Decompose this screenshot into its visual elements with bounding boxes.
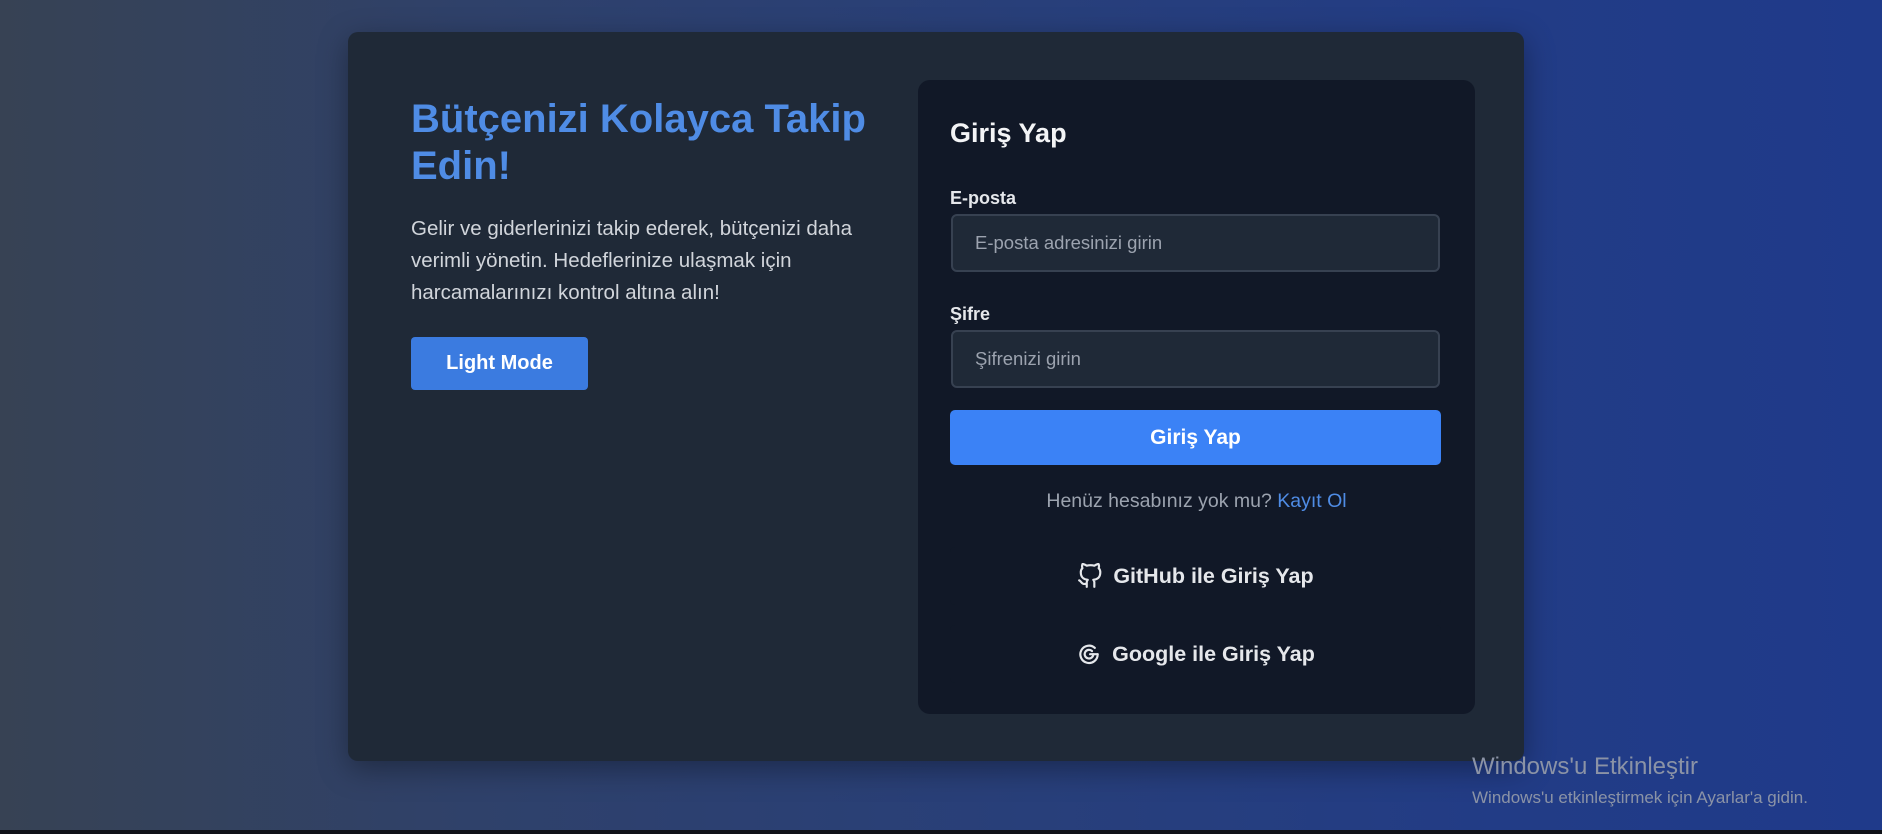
google-login-label: Google ile Giriş Yap bbox=[1112, 641, 1315, 666]
register-link[interactable]: Kayıt Ol bbox=[1277, 490, 1346, 512]
hero-section: Bütçenizi Kolayca Takip Edin! Gelir ve g… bbox=[411, 96, 881, 390]
login-submit-button[interactable]: Giriş Yap bbox=[950, 410, 1441, 465]
github-login-label: GitHub ile Giriş Yap bbox=[1113, 563, 1314, 588]
windows-activation-watermark: Windows'u Etkinleştir Windows'u etkinleş… bbox=[1472, 752, 1808, 810]
google-icon bbox=[1076, 641, 1102, 667]
google-login-button[interactable]: Google ile Giriş Yap bbox=[950, 625, 1441, 683]
main-card: Bütçenizi Kolayca Takip Edin! Gelir ve g… bbox=[348, 32, 1524, 761]
email-label: E-posta bbox=[950, 188, 1017, 208]
password-label: Şifre bbox=[950, 304, 991, 324]
taskbar-edge bbox=[0, 830, 1882, 834]
hero-description: Gelir ve giderlerinizi takip ederek, büt… bbox=[411, 217, 852, 304]
github-icon bbox=[1077, 563, 1103, 589]
watermark-subtitle: Windows'u etkinleştirmek için Ayarlar'a … bbox=[1472, 788, 1808, 807]
register-prompt-text: Henüz hesabınız yok mu? bbox=[1046, 490, 1272, 512]
watermark-title: Windows'u Etkinleştir bbox=[1472, 753, 1698, 780]
github-login-button[interactable]: GitHub ile Giriş Yap bbox=[950, 547, 1441, 605]
hero-headline: Bütçenizi Kolayca Takip Edin! bbox=[411, 97, 866, 188]
light-mode-button[interactable]: Light Mode bbox=[411, 337, 588, 390]
register-prompt-row: Henüz hesabınız yok mu? Kayıt Ol bbox=[918, 490, 1475, 513]
login-panel: Giriş Yap E-posta Şifre Giriş Yap Henüz … bbox=[918, 80, 1475, 714]
password-field[interactable] bbox=[951, 330, 1440, 388]
email-field[interactable] bbox=[951, 214, 1440, 272]
login-title: Giriş Yap bbox=[950, 118, 1067, 148]
